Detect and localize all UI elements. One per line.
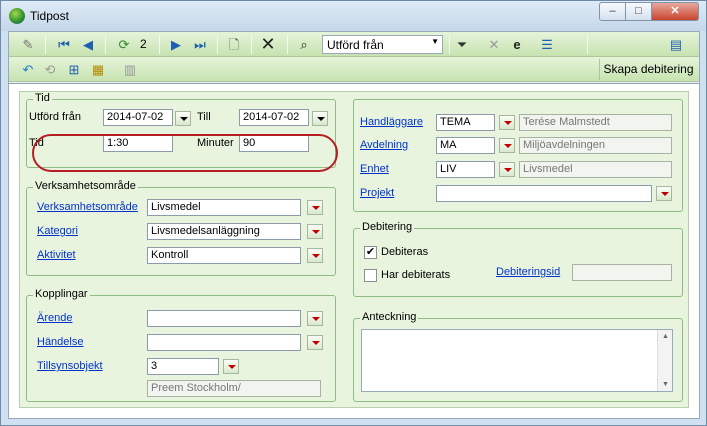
utford-fran-label: Utförd från <box>29 111 81 123</box>
arende-link[interactable]: Ärende <box>37 312 72 324</box>
report-icon[interactable]: ▦ <box>89 61 107 78</box>
window: Tidpost – □ ✕ ✎ ⏮ ◀ ⟳ 2 ▶ ⏭ 🗋 ✕ ⌕ Utförd… <box>0 0 707 426</box>
clear-filter-icon[interactable]: ✕ <box>485 36 503 53</box>
utford-fran-field[interactable]: 2014-07-02 <box>103 109 173 126</box>
utford-fran-dropdown[interactable] <box>175 111 191 126</box>
skapa-debitering-button[interactable]: Skapa debitering <box>599 59 697 80</box>
reload-icon[interactable]: ⟲ <box>41 61 59 78</box>
close-button[interactable]: ✕ <box>651 2 699 21</box>
page-number: 2 <box>140 37 147 51</box>
main-toolbar: ✎ ⏮ ◀ ⟳ 2 ▶ ⏭ 🗋 ✕ ⌕ Utförd från ▼ ⏷ ✕ e … <box>9 32 699 57</box>
maximize-button[interactable]: □ <box>625 2 652 21</box>
kategori-link[interactable]: Kategori <box>37 225 78 237</box>
highlight-oval <box>32 134 338 172</box>
form-content: Tid Utförd från 2014-07-02 Till 2014-07-… <box>9 83 699 418</box>
debiteras-checkbox[interactable]: ✔ <box>364 246 377 259</box>
window-title: Tidpost <box>30 9 69 23</box>
delete-icon[interactable]: ✕ <box>259 35 277 53</box>
e-icon[interactable]: e <box>508 36 526 53</box>
prev-icon[interactable]: ◀ <box>79 36 97 53</box>
till-label: Till <box>197 111 211 123</box>
notes-scrollbar[interactable]: ▲ ▼ <box>657 330 672 391</box>
tid-legend: Tid <box>33 92 52 104</box>
first-icon[interactable]: ⏮ <box>55 36 73 53</box>
aktivitet-field[interactable]: Kontroll <box>147 247 301 264</box>
verksamhet-legend: Verksamhetsområde <box>33 180 138 192</box>
till-dropdown[interactable] <box>312 111 328 126</box>
last-icon[interactable]: ⏭ <box>191 36 209 53</box>
debiteringsid-field <box>572 264 672 281</box>
scroll-down-icon[interactable]: ▼ <box>662 381 669 388</box>
list-icon[interactable]: ☰ <box>538 36 556 53</box>
arende-dropdown[interactable] <box>307 311 323 326</box>
enhet-link[interactable]: Enhet <box>360 163 389 175</box>
new-icon[interactable]: 🗋 <box>225 36 243 53</box>
arende-field[interactable] <box>147 310 301 327</box>
avdelning-name: Miljöavdelningen <box>519 137 672 154</box>
verksamhetsomrade-dropdown[interactable] <box>307 200 323 215</box>
handlaggare-dropdown[interactable] <box>499 115 515 130</box>
kategori-dropdown[interactable] <box>307 224 323 239</box>
search-field-value: Utförd från <box>327 38 384 52</box>
verksamhetsomrade-link[interactable]: Verksamhetsområde <box>37 201 138 213</box>
debitering-group: Debitering ✔ Debiteras Har debiterats De… <box>353 221 683 297</box>
kopplingar-legend: Kopplingar <box>33 288 90 300</box>
avdelning-link[interactable]: Avdelning <box>360 139 408 151</box>
handelse-dropdown[interactable] <box>307 335 323 350</box>
tillsynsobjekt-name: Preem Stockholm/ <box>147 380 321 397</box>
tillsynsobjekt-field[interactable]: 3 <box>147 358 219 375</box>
secondary-toolbar: ↶ ⟲ ⊞ ▦ ▥ Skapa debitering <box>9 57 699 82</box>
tillsynsobjekt-link[interactable]: Tillsynsobjekt <box>37 360 103 372</box>
export-icon[interactable]: ▤ <box>667 36 685 53</box>
filter-icon[interactable]: ⏷ <box>453 36 471 53</box>
har-debiterats-label: Har debiterats <box>381 269 451 281</box>
handlaggare-name: Terése Malmstedt <box>519 114 672 131</box>
handelse-field[interactable] <box>147 334 301 351</box>
har-debiterats-checkbox[interactable] <box>364 269 377 282</box>
projekt-field[interactable] <box>436 185 652 202</box>
aktivitet-link[interactable]: Aktivitet <box>37 249 76 261</box>
avdelning-field[interactable]: MA <box>436 137 495 154</box>
client-area: ✎ ⏮ ◀ ⟳ 2 ▶ ⏭ 🗋 ✕ ⌕ Utförd från ▼ ⏷ ✕ e … <box>8 31 700 419</box>
projekt-dropdown[interactable] <box>656 186 672 201</box>
tillsynsobjekt-dropdown[interactable] <box>223 359 239 374</box>
form-panel: Tid Utförd från 2014-07-02 Till 2014-07-… <box>19 91 689 408</box>
refresh-icon[interactable]: ⟳ <box>115 36 133 53</box>
chevron-down-icon: ▼ <box>431 37 439 46</box>
handlaggare-field[interactable]: TEMA <box>436 114 495 131</box>
minimize-button[interactable]: – <box>599 2 626 21</box>
projekt-link[interactable]: Projekt <box>360 187 394 199</box>
enhet-dropdown[interactable] <box>499 162 515 177</box>
avdelning-dropdown[interactable] <box>499 138 515 153</box>
enhet-field[interactable]: LIV <box>436 161 495 178</box>
anteckning-group: Anteckning ▲ ▼ <box>353 311 683 402</box>
kategori-field[interactable]: Livsmedelsanläggning <box>147 223 301 240</box>
verksamhetsomrade-field[interactable]: Livsmedel <box>147 199 301 216</box>
title-bar: Tidpost – □ ✕ <box>1 1 706 31</box>
enhet-name: Livsmedel <box>519 161 672 178</box>
anteckning-legend: Anteckning <box>360 311 419 323</box>
tree-icon[interactable]: ⊞ <box>65 61 83 78</box>
till-field[interactable]: 2014-07-02 <box>239 109 309 126</box>
handlaggning-group: Handläggare TEMA Terése Malmstedt Avdeln… <box>353 99 683 212</box>
anteckning-textarea[interactable]: ▲ ▼ <box>361 329 673 392</box>
aktivitet-dropdown[interactable] <box>307 248 323 263</box>
scroll-up-icon[interactable]: ▲ <box>662 333 669 340</box>
kopplingar-group: Kopplingar Ärende Händelse Tillsynsobjek… <box>26 288 336 402</box>
search-field-combo[interactable]: Utförd från ▼ <box>322 35 443 54</box>
debitering-legend: Debitering <box>360 221 415 233</box>
debiteringsid-link[interactable]: Debiteringsid <box>496 266 560 278</box>
back-icon[interactable]: ↶ <box>19 61 37 78</box>
document-icon[interactable]: ▥ <box>121 61 139 78</box>
debiteras-label: Debiteras <box>381 246 429 258</box>
next-icon[interactable]: ▶ <box>167 36 185 53</box>
find-icon[interactable]: ⌕ <box>295 36 313 53</box>
handlaggare-link[interactable]: Handläggare <box>360 116 423 128</box>
app-icon <box>9 8 25 24</box>
verksamhet-group: Verksamhetsområde Verksamhetsområde Livs… <box>26 180 336 276</box>
handelse-link[interactable]: Händelse <box>37 336 83 348</box>
pin-icon[interactable]: ✎ <box>19 36 37 53</box>
